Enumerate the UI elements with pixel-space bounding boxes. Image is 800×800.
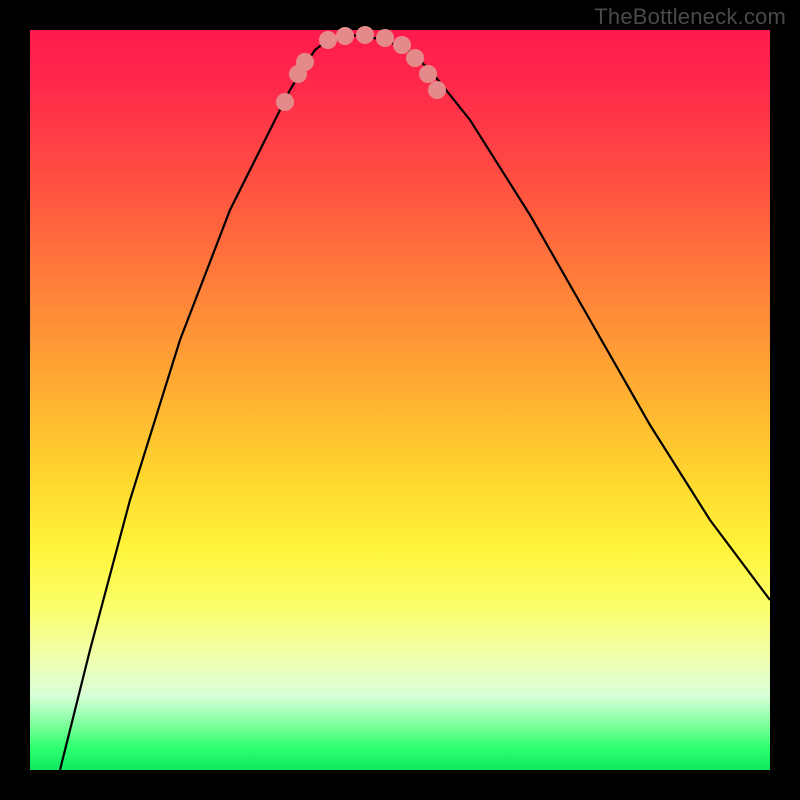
dot-bottom-4: [376, 29, 394, 47]
dot-left-3: [296, 53, 314, 71]
dot-bottom-1: [319, 31, 337, 49]
dot-left-1: [276, 93, 294, 111]
chart-frame: TheBottleneck.com: [0, 0, 800, 800]
watermark-text: TheBottleneck.com: [594, 4, 786, 30]
dot-bottom-2: [336, 27, 354, 45]
dot-right-4: [428, 81, 446, 99]
dot-right-3: [419, 65, 437, 83]
bottleneck-curve: [60, 35, 770, 770]
chart-svg: [30, 30, 770, 770]
dot-right-1: [393, 36, 411, 54]
dot-bottom-3: [356, 26, 374, 44]
marker-group: [276, 26, 446, 111]
dot-right-2: [406, 49, 424, 67]
